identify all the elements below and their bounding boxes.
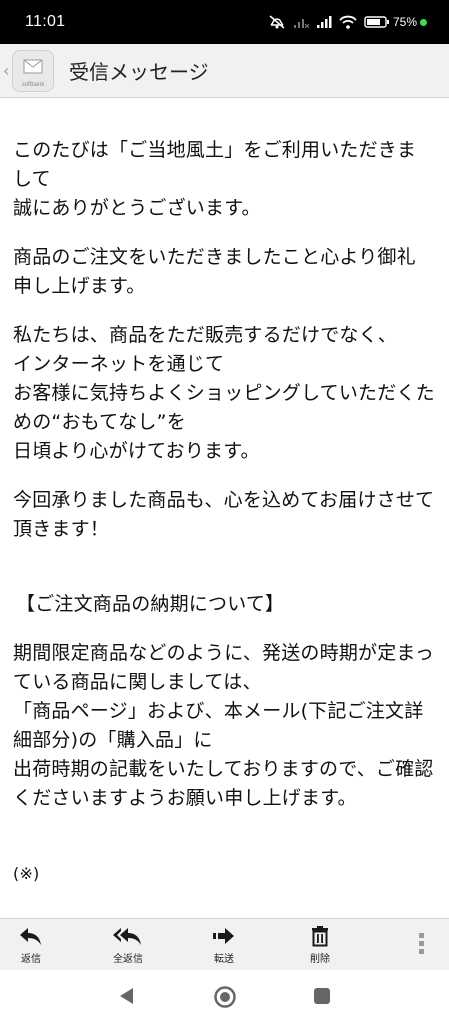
status-bar: 11:01 75% [0, 0, 449, 44]
more-options-icon[interactable] [419, 933, 425, 957]
charging-dot-icon [420, 18, 427, 26]
app-header: ‹ softbank 受信メッセージ [0, 44, 449, 98]
forward-button[interactable]: 転送 [194, 925, 254, 965]
no-signal-icon [293, 19, 309, 29]
mail-envelope-icon [23, 59, 43, 73]
app-logo[interactable]: softbank [12, 49, 54, 92]
logo-text: softbank [21, 81, 45, 88]
section-heading: 【ご注文商品の納期について】 [16, 593, 285, 615]
message-paragraph: 商品のご注文をいただきましたこと心より御礼申し上げます。 [13, 246, 416, 297]
trash-icon [312, 926, 328, 947]
signal-icon [316, 16, 332, 28]
reply-button[interactable]: 返信 [1, 925, 61, 965]
section-body: 期間限定商品などのように、発送の時期が定まっている商品に関しましては、 「商品ペ… [13, 642, 435, 809]
message-paragraph: 私たちは、商品をただ販売するだけでなく、 インターネットを通じて お客様に気持ち… [13, 324, 435, 462]
reply-icon [20, 928, 41, 945]
page-title: 受信メッセージ [69, 60, 209, 84]
reply-all-button[interactable]: 全返信 [98, 925, 158, 965]
message-body[interactable]: このたびは「ご当地風土」をご利用いただきまして 誠にありがとうございます。 商品… [0, 98, 449, 918]
message-paragraph: このたびは「ご当地風土」をご利用いただきまして 誠にありがとうございます。 [13, 139, 417, 219]
forward-label: 転送 [214, 954, 234, 965]
footnote-marker: (※) [13, 864, 40, 883]
message-paragraph: 今回承りました商品も、心を込めてお届けさせて頂きます！ [13, 489, 435, 540]
nav-recents-icon[interactable] [313, 987, 331, 1005]
forward-arrow-icon [213, 928, 234, 944]
status-time: 11:01 [25, 13, 66, 30]
delete-button[interactable]: 削除 [290, 925, 350, 965]
reply-all-label: 全返信 [113, 954, 143, 965]
wifi-icon [339, 15, 357, 29]
delete-label: 削除 [310, 954, 330, 965]
battery-icon [364, 16, 389, 28]
reply-all-icon [113, 928, 141, 945]
status-icons: 75% [268, 14, 427, 30]
bottom-toolbar: 返信 全返信 転送 削除 [0, 918, 449, 970]
system-nav-bar [0, 970, 449, 1024]
nav-back-icon[interactable] [117, 986, 135, 1006]
nav-home-icon[interactable] [213, 985, 237, 1009]
back-chevron-icon[interactable]: ‹ [3, 61, 11, 80]
reply-label: 返信 [21, 954, 41, 965]
battery-percent: 75% [392, 15, 417, 29]
mute-vibrate-icon [269, 15, 285, 29]
